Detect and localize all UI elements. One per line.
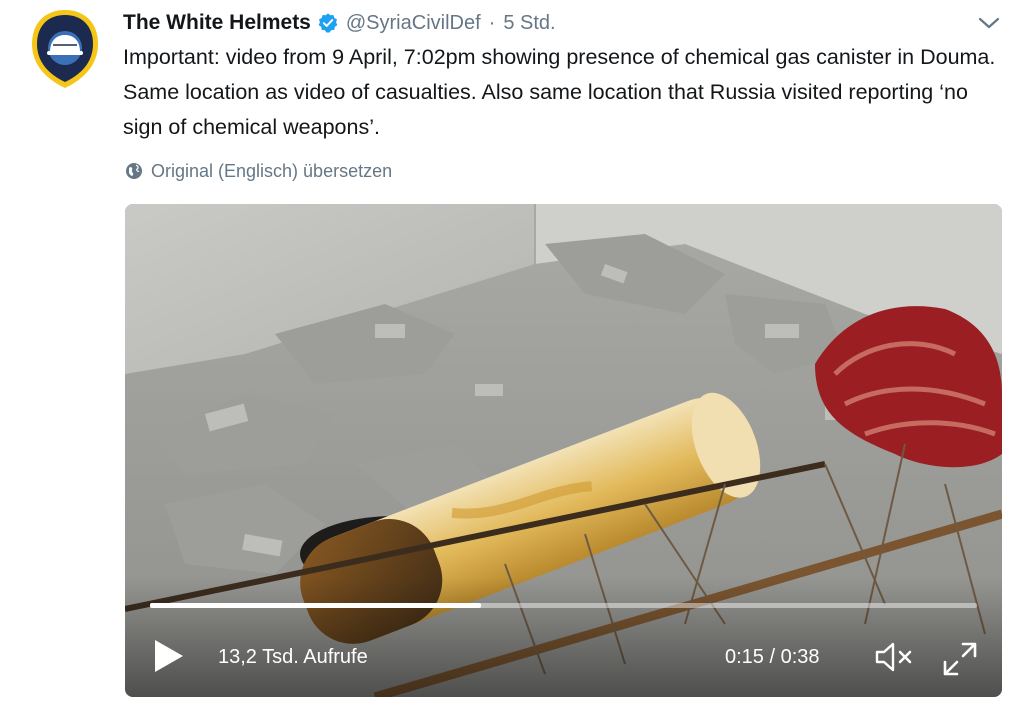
avatar[interactable] <box>30 8 100 90</box>
translate-label: Original (Englisch) übersetzen <box>151 160 393 181</box>
display-name[interactable]: The White Helmets <box>123 11 311 35</box>
mute-icon <box>875 642 912 672</box>
view-count: 13,2 Tsd. Aufrufe <box>218 646 368 668</box>
mute-button[interactable] <box>873 640 917 674</box>
fullscreen-icon <box>943 642 977 676</box>
separator-dot: · <box>488 11 496 34</box>
play-button[interactable] <box>149 636 187 676</box>
globe-icon <box>125 162 143 180</box>
video-timecode: 0:15 / 0:38 <box>725 646 820 668</box>
fullscreen-button[interactable] <box>941 640 979 678</box>
tweet: The White Helmets @SyriaCivilDef · 5 Std… <box>0 0 1024 715</box>
timestamp[interactable]: 5 Std. <box>503 12 555 35</box>
tweet-header: The White Helmets @SyriaCivilDef · 5 Std… <box>123 8 556 38</box>
video-player[interactable]: 13,2 Tsd. Aufrufe 0:15 / 0:38 <box>125 204 1002 697</box>
video-progress-bar[interactable] <box>150 603 977 608</box>
user-handle[interactable]: @SyriaCivilDef <box>346 12 481 35</box>
video-progress-fill <box>150 603 481 608</box>
translate-link[interactable]: Original (Englisch) übersetzen <box>125 158 392 184</box>
play-icon <box>155 640 183 672</box>
white-helmets-logo <box>32 10 98 88</box>
chevron-down-icon[interactable] <box>976 12 1002 34</box>
verified-badge-icon <box>317 12 339 34</box>
controls-shade <box>125 577 1002 697</box>
tweet-text: Important: video from 9 April, 7:02pm sh… <box>123 45 996 139</box>
